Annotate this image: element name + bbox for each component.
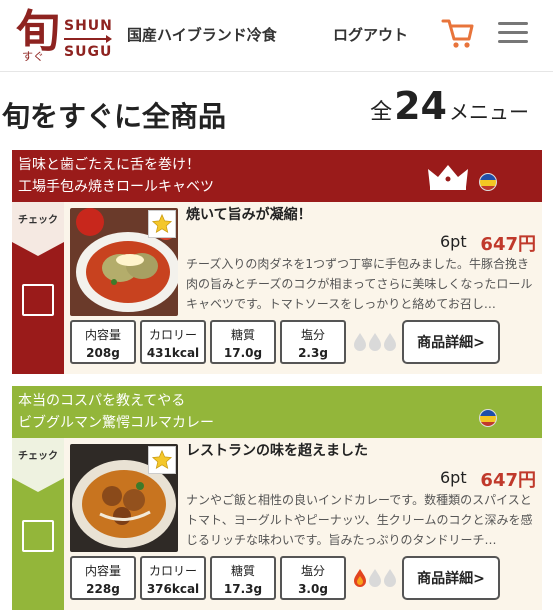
- product-card: 本当のコスパを教えてやる ビブグルマン驚愕コルマカレー チェック レストランの味…: [12, 386, 542, 610]
- nutrition-stats: 内容量 228g カロリー 376kcal 糖質 17.3g 塩分 3.0g: [70, 556, 400, 600]
- stat-sugar: 糖質 17.3g: [210, 556, 276, 600]
- product-points: 6pt: [440, 232, 467, 251]
- hamburger-menu-icon[interactable]: [498, 22, 528, 44]
- stat-value: 17.3g: [223, 582, 263, 596]
- product-card-body: チェック レストランの味を超えました 6pt 647円 ナンやご飯と相性の良いイ…: [12, 438, 542, 610]
- stat-value: 17.0g: [223, 346, 263, 360]
- product-description: ナンやご飯と相性の良いインドカレーです。数種類のスパイスとトマト、ヨーグルトやピ…: [186, 493, 533, 547]
- favorite-star-icon[interactable]: [148, 210, 176, 238]
- stat-label: カロリー: [148, 564, 197, 578]
- flame-icon: [384, 333, 396, 351]
- award-badge-icon: [479, 173, 497, 191]
- count-prefix: 全: [370, 100, 393, 125]
- stat-value: 2.3g: [298, 346, 328, 360]
- logo-arrow: [64, 35, 112, 43]
- check-label: チェック: [18, 451, 58, 462]
- check-label: チェック: [18, 215, 58, 226]
- stat-volume: 内容量 228g: [70, 556, 136, 600]
- stat-label: 内容量: [84, 328, 121, 342]
- flame-icon: [369, 569, 381, 587]
- award-badge-icon: [479, 409, 497, 427]
- flame-icon: [384, 569, 396, 587]
- stat-sugar: 糖質 17.0g: [210, 320, 276, 364]
- product-card: 旨味と歯ごたえに舌を巻け！ 工場手包み焼きロールキャベツ チェック 焼いて旨みが…: [12, 150, 542, 374]
- flame-icon: [354, 569, 366, 587]
- crown-icon: [428, 165, 468, 190]
- product-checkbox[interactable]: [22, 520, 54, 552]
- product-price: 647円: [480, 234, 536, 255]
- flame-icon: [369, 333, 381, 351]
- stat-label: 塩分: [300, 328, 325, 342]
- count-number: 24: [394, 84, 447, 128]
- stat-label: 糖質: [230, 564, 255, 578]
- shun-sugu-logo[interactable]: 旬 すぐ SHUN SUGU: [16, 6, 112, 66]
- product-detail-button[interactable]: 商品詳細>: [402, 556, 500, 600]
- cart-icon[interactable]: [441, 16, 475, 50]
- product-card-header: 本当のコスパを教えてやる ビブグルマン驚愕コルマカレー: [12, 386, 542, 438]
- site-header: 旬 すぐ SHUN SUGU 国産ハイブランド冷食 ログアウト: [0, 0, 553, 72]
- product-name: ビブグルマン驚愕コルマカレー: [18, 415, 214, 431]
- product-headline: 焼いて旨みが凝縮！: [186, 207, 312, 223]
- stat-label: カロリー: [148, 328, 197, 342]
- logout-link[interactable]: ログアウト: [333, 24, 408, 45]
- check-column: チェック: [12, 438, 64, 610]
- spice-level: [350, 556, 400, 600]
- stat-volume: 内容量 208g: [70, 320, 136, 364]
- nav-brand-link[interactable]: 国産ハイブランド冷食: [127, 24, 277, 45]
- product-points: 6pt: [440, 468, 467, 487]
- product-headline: レストランの味を超えました: [186, 443, 368, 459]
- count-suffix: メニュー: [449, 100, 529, 124]
- menu-count: 全24 メニュー: [370, 84, 529, 128]
- favorite-star-icon[interactable]: [148, 446, 176, 474]
- stat-value: 208g: [86, 346, 120, 360]
- stat-value: 431kcal: [146, 346, 200, 360]
- stat-label: 塩分: [300, 564, 325, 578]
- stat-value: 376kcal: [146, 582, 200, 596]
- stat-calories: カロリー 376kcal: [140, 556, 206, 600]
- product-catchphrase: 本当のコスパを教えてやる: [18, 393, 186, 409]
- logo-shun: SHUN: [64, 18, 113, 34]
- spice-level: [350, 320, 400, 364]
- check-column: チェック: [12, 202, 64, 374]
- product-description: チーズ入りの肉ダネを1つずつ丁寧に手包みました。牛豚合挽き肉の旨みとチーズのコク…: [186, 257, 533, 311]
- logo-kana: すぐ: [22, 50, 44, 63]
- product-card-header: 旨味と歯ごたえに舌を巻け！ 工場手包み焼きロールキャベツ: [12, 150, 542, 202]
- product-card-body: チェック 焼いて旨みが凝縮！ 6pt 647円 チーズ入りの肉ダネを1つずつ丁寧…: [12, 202, 542, 374]
- stat-label: 内容量: [84, 564, 121, 578]
- stat-value: 228g: [86, 582, 120, 596]
- stat-salt: 塩分 2.3g: [280, 320, 346, 364]
- stat-label: 糖質: [230, 328, 255, 342]
- product-checkbox[interactable]: [22, 284, 54, 316]
- stat-calories: カロリー 431kcal: [140, 320, 206, 364]
- stat-salt: 塩分 3.0g: [280, 556, 346, 600]
- logo-sugu: SUGU: [64, 44, 113, 60]
- flame-icon: [354, 333, 366, 351]
- stat-value: 3.0g: [298, 582, 328, 596]
- product-detail-button[interactable]: 商品詳細>: [402, 320, 500, 364]
- page-title: 旬をすぐに全商品: [2, 100, 227, 133]
- nutrition-stats: 内容量 208g カロリー 431kcal 糖質 17.0g 塩分 2.3g: [70, 320, 400, 364]
- product-price: 647円: [480, 470, 536, 491]
